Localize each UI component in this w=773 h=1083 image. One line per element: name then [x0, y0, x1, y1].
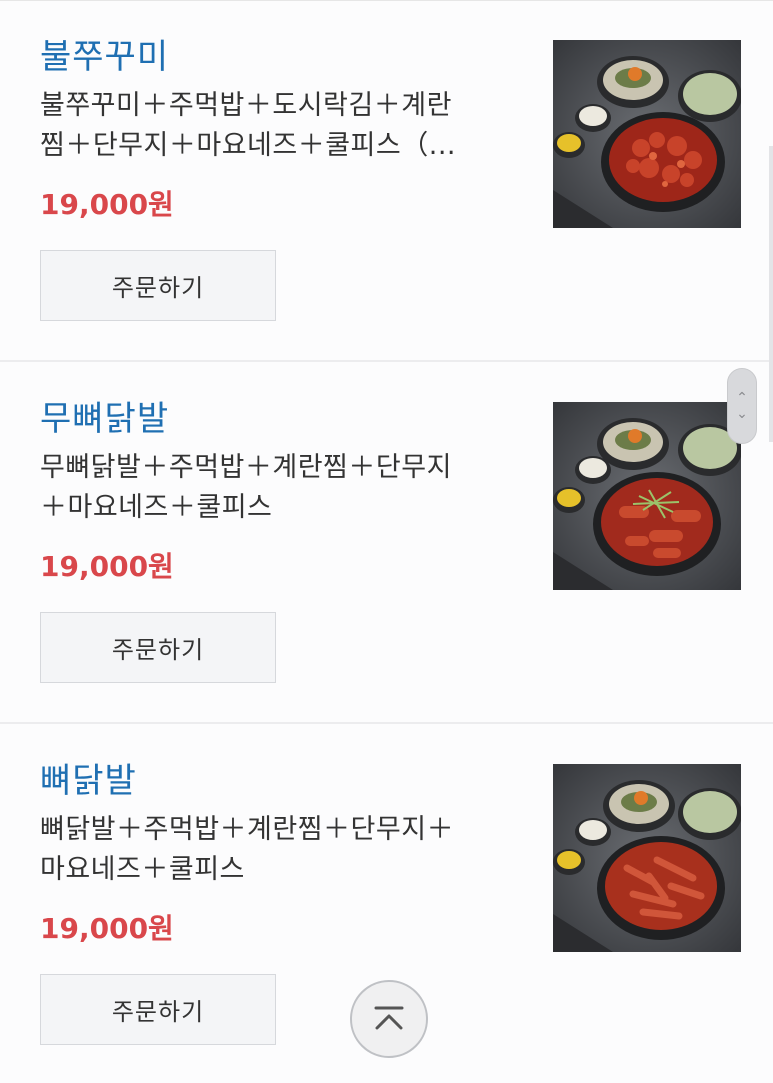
- order-button[interactable]: 주문하기: [40, 612, 276, 683]
- menu-item-price: 19,000원: [40, 188, 174, 221]
- scrollbar-track[interactable]: [769, 146, 773, 442]
- menu-item-price: 19,000원: [40, 912, 174, 945]
- menu-item-description: 불쭈꾸미＋주먹밥＋도시락김＋계란 찜＋단무지＋마요네즈＋쿨피스（...: [40, 86, 520, 166]
- food-photo-jjukkumi[interactable]: [553, 40, 741, 228]
- description-line: ＋마요네즈＋쿨피스: [40, 492, 273, 523]
- scroll-handle[interactable]: ⌃ ⌄: [727, 368, 757, 444]
- menu-item-title[interactable]: 무뼈닭발: [40, 398, 169, 440]
- description-line: 불쭈꾸미＋주먹밥＋도시락김＋계란: [40, 90, 452, 121]
- menu-item-title[interactable]: 뼈닭발: [40, 760, 137, 802]
- menu-item-price: 19,000원: [40, 550, 174, 583]
- order-button[interactable]: 주문하기: [40, 250, 276, 321]
- scroll-top-icon: [374, 1006, 404, 1030]
- scroll-to-top-button[interactable]: [350, 980, 428, 1058]
- chevron-up-icon: ⌃: [736, 390, 748, 406]
- chevron-down-icon: ⌄: [736, 406, 748, 422]
- food-photo-boneless-chicken-feet[interactable]: [553, 402, 741, 590]
- menu-page: 불쭈꾸미 불쭈꾸미＋주먹밥＋도시락김＋계란 찜＋단무지＋마요네즈＋쿨피스（...…: [0, 0, 773, 1083]
- menu-item-description: 무뼈닭발＋주먹밥＋계란찜＋단무지 ＋마요네즈＋쿨피스: [40, 448, 520, 528]
- description-line: 찜＋단무지＋마요네즈＋쿨피스（...: [40, 130, 456, 161]
- description-line: 무뼈닭발＋주먹밥＋계란찜＋단무지: [40, 452, 452, 483]
- menu-item-description: 뼈닭발＋주먹밥＋계란찜＋단무지＋ 마요네즈＋쿨피스: [40, 810, 520, 890]
- menu-item: 무뼈닭발 무뼈닭발＋주먹밥＋계란찜＋단무지 ＋마요네즈＋쿨피스 19,000원 …: [0, 362, 773, 723]
- menu-item-title[interactable]: 불쭈꾸미: [40, 36, 169, 78]
- food-photo-chicken-feet[interactable]: [553, 764, 741, 952]
- description-line: 마요네즈＋쿨피스: [40, 854, 245, 885]
- order-button[interactable]: 주문하기: [40, 974, 276, 1045]
- description-line: 뼈닭발＋주먹밥＋계란찜＋단무지＋: [40, 814, 455, 845]
- menu-item: 불쭈꾸미 불쭈꾸미＋주먹밥＋도시락김＋계란 찜＋단무지＋마요네즈＋쿨피스（...…: [0, 0, 773, 361]
